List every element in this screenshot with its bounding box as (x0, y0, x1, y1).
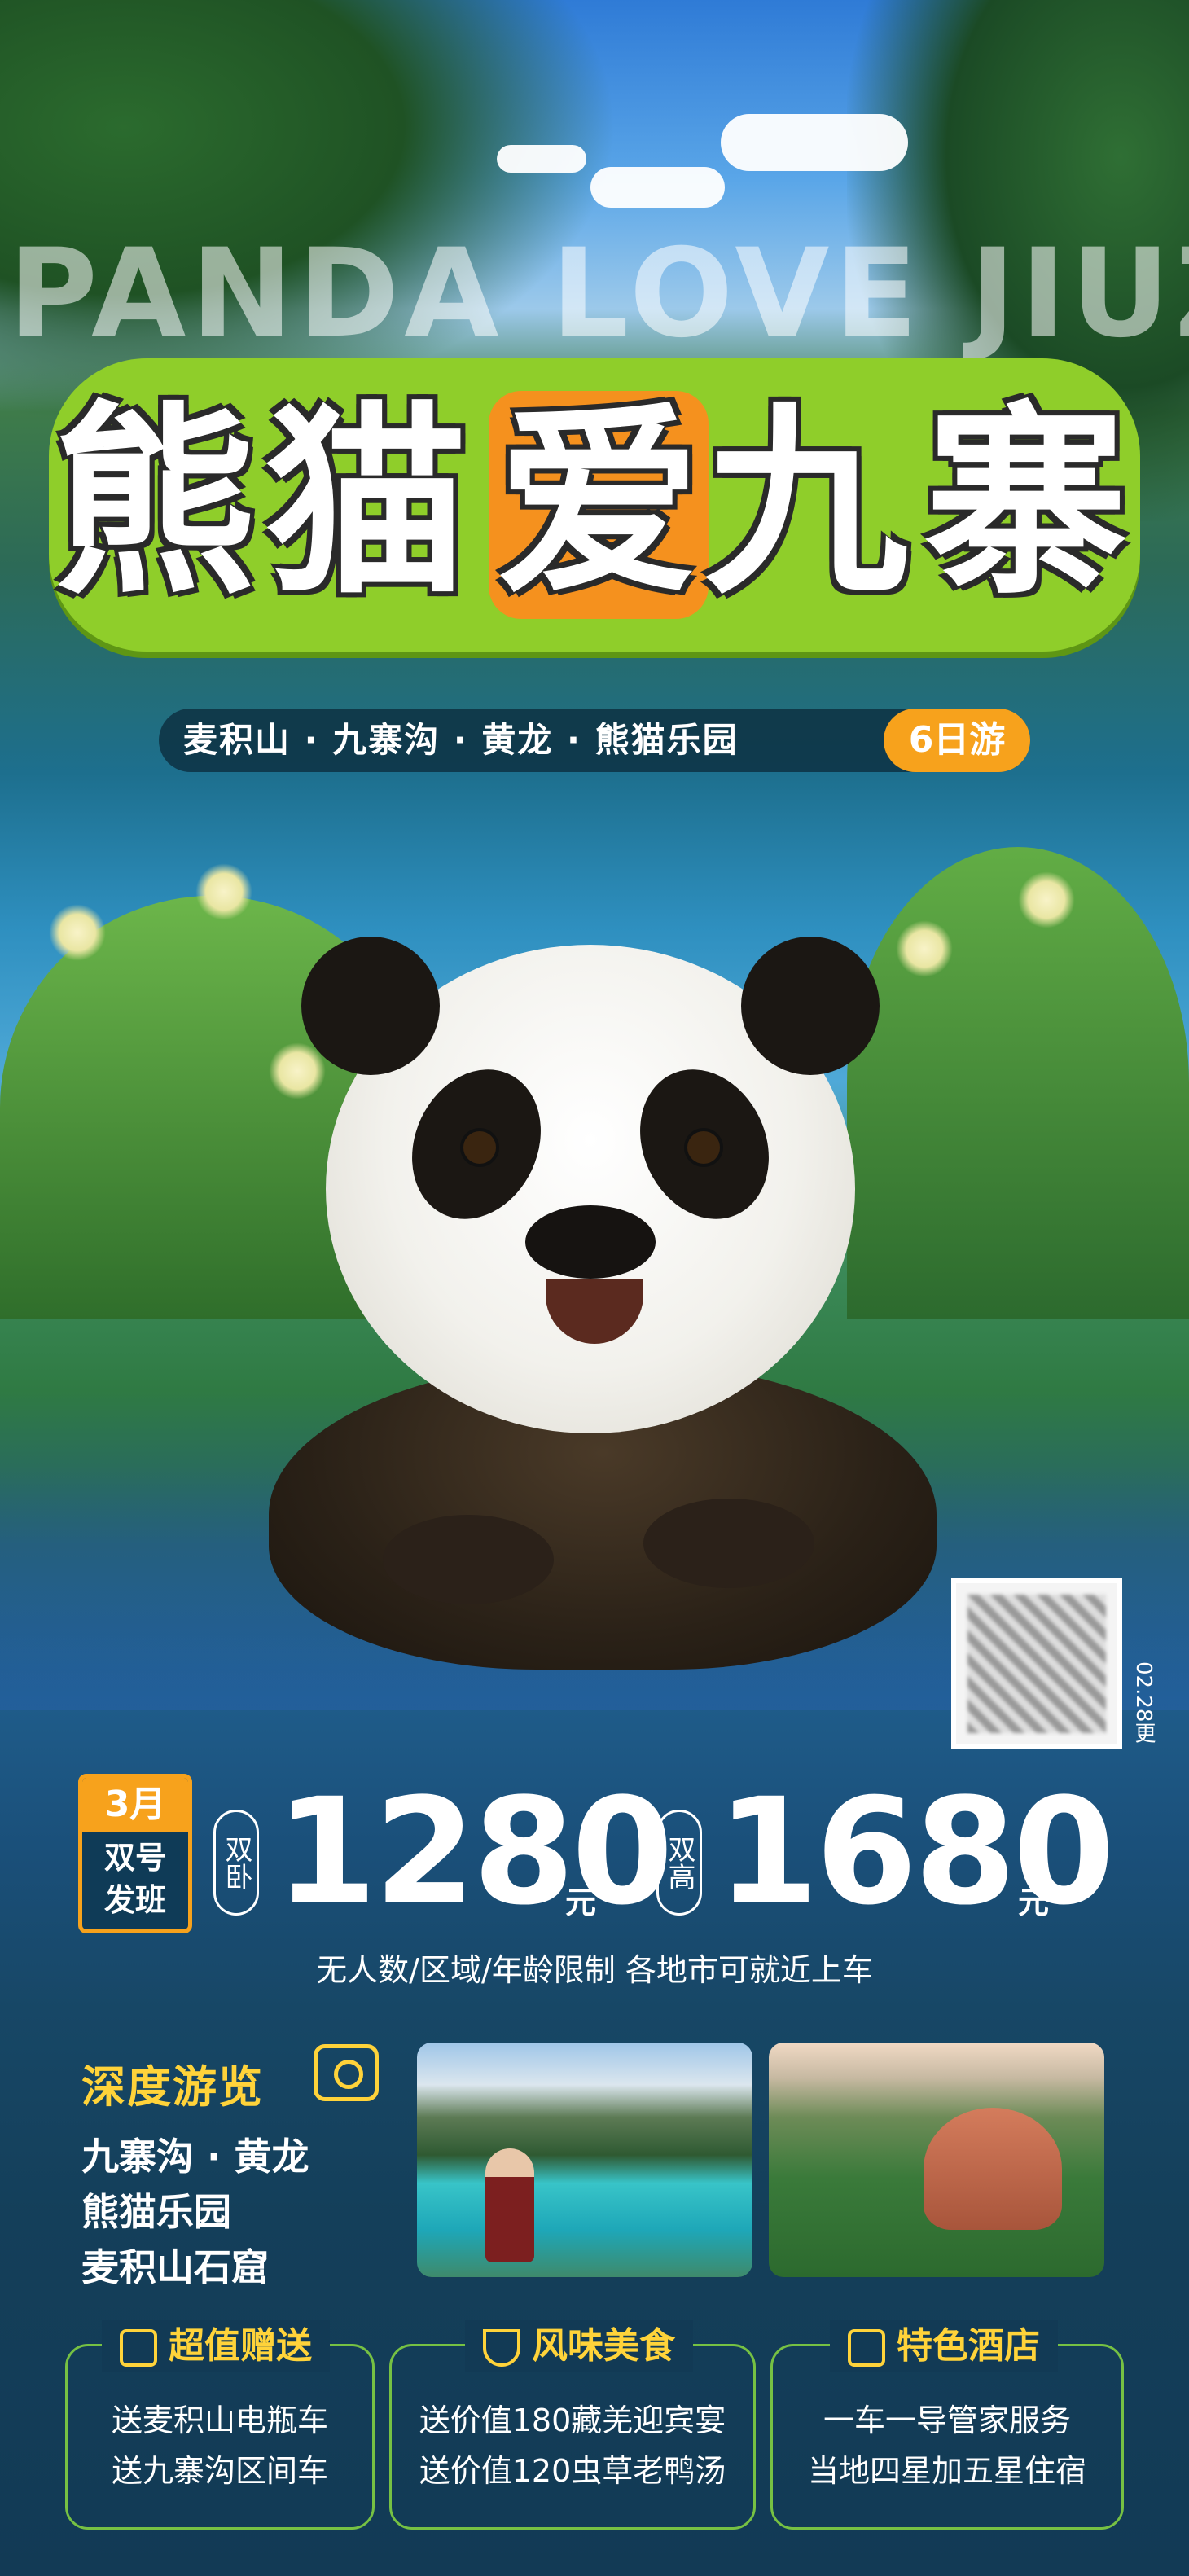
feature-heading: 风味美食 (465, 2320, 693, 2372)
price-value: 1280 (275, 1767, 673, 1937)
gift-icon (120, 2329, 157, 2367)
photo-maijishan (769, 2043, 1104, 2277)
title-char: 猫 (265, 384, 468, 621)
highlight-item: 麦积山石窟 (81, 2245, 269, 2289)
food-bowl-icon (483, 2329, 520, 2367)
flower (1018, 871, 1075, 928)
title-char: 爱 (497, 384, 700, 621)
feature-hotel: 特色酒店 一车一导管家服务 当地四星加五星住宿 (770, 2320, 1124, 2530)
qr-code[interactable] (951, 1578, 1122, 1749)
price-type-tag: 双高 (656, 1810, 702, 1916)
panda-nose (525, 1205, 656, 1279)
departure-line: 双号 (103, 1840, 166, 1876)
price-unit: 元 (1018, 1885, 1050, 1920)
feature-gift: 超值赠送 送麦积山电瓶车 送九寨沟区间车 (65, 2320, 375, 2530)
route-text: 麦积山 · 九寨沟 · 黄龙 · 熊猫乐园 (183, 720, 739, 760)
departure-month: 3月 (82, 1778, 188, 1832)
cloud (721, 114, 908, 171)
flower (49, 904, 106, 961)
tourist-figure (485, 2148, 534, 2262)
highlights-title: 深度游览 (81, 2061, 264, 2113)
cloud (497, 145, 586, 173)
feature-line: 送九寨沟区间车 (111, 2453, 328, 2489)
panda-eye (684, 1128, 723, 1167)
feature-title: 超值赠送 (169, 2325, 312, 2367)
route-days-badge: 6日游 (884, 709, 1030, 772)
departure-badge: 3月 双号 发班 (78, 1774, 192, 1933)
feature-line: 当地四星加五星住宿 (807, 2453, 1086, 2489)
english-title: PANDA LOVE JIUZHAI (8, 223, 1189, 365)
feature-line: 送麦积山电瓶车 (111, 2403, 328, 2438)
panda-ear (741, 937, 880, 1075)
qr-pattern (967, 1595, 1106, 1733)
panda-paw (383, 1515, 554, 1604)
feature-line: 一车一导管家服务 (823, 2403, 1071, 2438)
panda-illustration (0, 798, 1189, 1710)
flower (896, 920, 953, 977)
route-bar: 麦积山 · 九寨沟 · 黄龙 · 熊猫乐园 6日游 (159, 709, 1030, 772)
panda-eye (460, 1128, 499, 1167)
feature-line: 送价值180藏羌迎宾宴 (419, 2403, 726, 2438)
hotel-icon (848, 2329, 885, 2367)
departure-schedule: 双号 发班 (82, 1832, 188, 1921)
cloud (590, 167, 725, 208)
grass-right (847, 847, 1189, 1319)
highlight-item: 熊猫乐园 (81, 2190, 231, 2234)
maijishan-rock (924, 2108, 1062, 2230)
feature-heading: 特色酒店 (830, 2320, 1058, 2372)
camera-icon (314, 2044, 379, 2101)
update-date: 02.28更 (1131, 1661, 1156, 1744)
price-unit: 元 (565, 1885, 597, 1920)
title-char: 九 (704, 384, 908, 621)
feature-heading: 超值赠送 (102, 2320, 330, 2372)
departure-line: 发班 (103, 1882, 166, 1918)
panda-ear (301, 937, 440, 1075)
poster: PANDA LOVE JIUZHAI 熊 猫 爱 九 寨 麦积山 · 九寨沟 ·… (0, 0, 1189, 2576)
flower (269, 1042, 326, 1099)
photo-jiuzhaigou-lake (417, 2043, 752, 2277)
feature-food: 风味美食 送价值180藏羌迎宾宴 送价值120虫草老鸭汤 (389, 2320, 756, 2530)
feature-line: 送价值120虫草老鸭汤 (419, 2453, 726, 2489)
feature-title: 特色酒店 (897, 2325, 1040, 2367)
feature-title: 风味美食 (532, 2325, 675, 2367)
flower (195, 863, 252, 920)
price-value: 1680 (717, 1767, 1115, 1937)
title-char: 熊 (53, 384, 257, 621)
booking-notice: 无人数/区域/年龄限制 各地市可就近上车 (316, 1952, 873, 1988)
title-char: 寨 (924, 384, 1128, 621)
panda-mouth (546, 1279, 643, 1344)
price-type-tag: 双卧 (213, 1810, 259, 1916)
panda-head (301, 937, 880, 1433)
main-title: 熊 猫 爱 九 寨 (49, 358, 1140, 652)
panda-paw (643, 1499, 814, 1588)
highlight-item: 九寨沟 · 黄龙 (81, 2135, 309, 2179)
